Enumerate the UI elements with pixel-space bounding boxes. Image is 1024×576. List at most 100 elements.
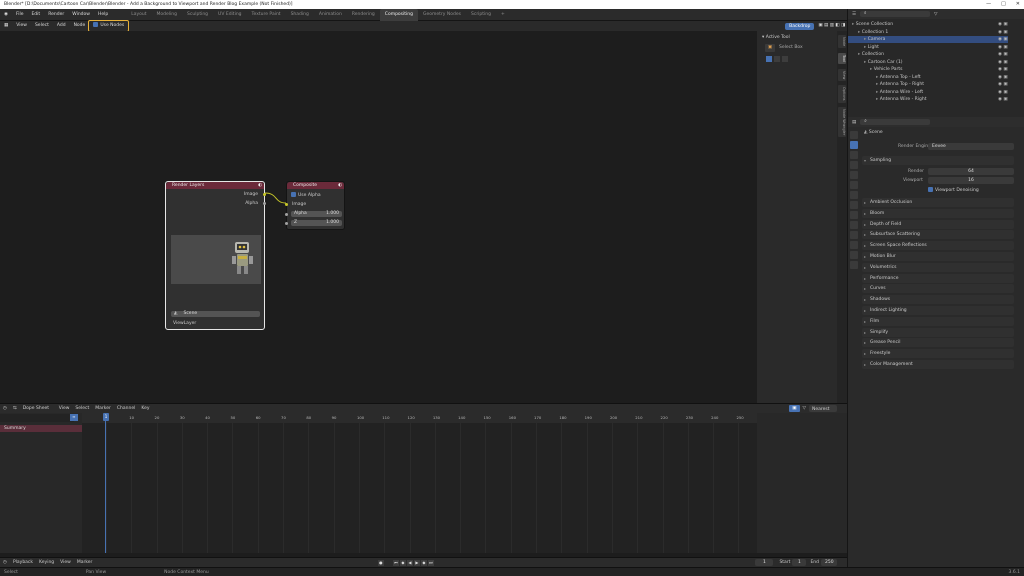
tab-sculpting[interactable]: Sculpting [182,9,213,21]
outliner-row[interactable]: ▸ Antenna Wire - Left ◉ ▣ [848,89,1008,96]
playhead-frame[interactable]: 1 [103,413,109,421]
visibility-icon[interactable]: ◉ ▣ [998,44,1008,51]
composite-node[interactable]: Composite ◐ Use Alpha Image Alpha 1.000 … [285,181,345,230]
close-icon[interactable]: ✕ [1016,0,1020,9]
render-engine-select[interactable]: Eevee [928,143,1014,150]
menu-node[interactable]: Node [70,21,90,31]
material-tab-icon[interactable] [850,261,858,269]
viewport-denoising-checkbox[interactable]: Viewport Denoising [928,187,979,193]
maximize-icon[interactable]: □ [1001,0,1006,9]
menu-window[interactable]: Window [68,9,94,21]
outliner-search-input[interactable]: ⌕ [860,11,931,17]
panel-curves[interactable]: Curves [862,284,1014,294]
tab-animation[interactable]: Animation [314,9,347,21]
timeline-menu-key[interactable]: Key [138,404,152,414]
outliner-row[interactable]: ▸ Camera ◉ ▣ [848,36,1008,43]
output-image-socket[interactable] [263,193,266,196]
menu-playback[interactable]: Playback [10,558,36,568]
world-tab-icon[interactable] [850,181,858,189]
visibility-icon[interactable]: ◉ ▣ [998,74,1008,81]
menu-edit[interactable]: Edit [27,9,44,21]
outliner-row[interactable]: ▸ Light ◉ ▣ [848,44,1008,51]
blender-logo-icon[interactable]: ◉ [0,9,12,21]
tab-node[interactable]: Node [838,35,846,49]
particles-tab-icon[interactable] [850,221,858,229]
start-frame-field[interactable]: 1 [792,559,807,566]
z-field[interactable]: Z 1.000 [291,220,342,226]
output-tab-icon[interactable] [850,151,858,159]
visibility-icon[interactable]: ◉ ▣ [998,96,1008,103]
render-samples-field[interactable]: 64 [928,168,1014,175]
visibility-icon[interactable]: ◉ ▣ [998,51,1008,58]
jump-start-icon[interactable]: ⏮ [392,559,399,566]
next-key-icon[interactable]: ◆ [420,559,427,566]
tab-rendering[interactable]: Rendering [347,9,380,21]
panel-motion-blur[interactable]: Motion Blur [862,252,1014,261]
composite-preview-icon[interactable]: ◐ [338,182,342,189]
play-icon[interactable]: ▶ [413,559,420,566]
node-preview-icon[interactable]: ◐ [258,182,262,189]
channel-search-input[interactable] [0,414,74,422]
outliner-row[interactable]: ▸ Collection ◉ ▣ [848,51,1008,58]
filter-icon-timeline[interactable]: ▽ [800,404,809,414]
tab-modeling[interactable]: Modeling [152,9,182,21]
panel-sampling[interactable]: Sampling [862,156,1014,165]
node-editor-canvas[interactable] [0,31,757,403]
menu-marker-timeline[interactable]: Marker [74,558,96,568]
mode-subtract-icon[interactable] [781,56,788,62]
collection-tab-icon[interactable] [850,191,858,199]
menu-help[interactable]: Help [94,9,112,21]
minimize-icon[interactable]: — [986,0,991,9]
panel-bloom[interactable]: Bloom [862,208,1014,218]
visibility-icon[interactable]: ◉ ▣ [998,66,1008,73]
data-tab-icon[interactable] [850,251,858,259]
tab-layout[interactable]: Layout [126,9,151,21]
alpha-field[interactable]: Alpha 1.000 [291,211,342,217]
outliner-row[interactable]: ▸ Cartoon Car (1) ◉ ▣ [848,59,1008,66]
jump-end-icon[interactable]: ⏭ [427,559,434,566]
panel-ambient-occlusion[interactable]: Ambient Occlusion [862,198,1014,207]
input-alpha-socket[interactable] [285,213,288,216]
timeline-menu-channel[interactable]: Channel [114,404,138,414]
render-tab-icon[interactable] [850,141,858,149]
menu-add[interactable]: Add [53,21,70,31]
tab-view[interactable]: View [838,69,846,82]
menu-view[interactable]: View [12,21,31,31]
layer-field-value[interactable]: ViewLayer [173,321,196,326]
tab-texture-paint[interactable]: Texture Paint [247,9,286,21]
menu-view-timeline[interactable]: View [57,558,74,568]
outliner-row[interactable]: ▸ Antenna Top - Right ◉ ▣ [848,81,1008,88]
menu-select[interactable]: Select [31,21,53,31]
tab-scripting[interactable]: Scripting [466,9,496,21]
timeline-menu-select[interactable]: Select [72,404,92,414]
view-layer-tab-icon[interactable] [850,161,858,169]
input-z-socket[interactable] [285,222,288,225]
end-frame-field[interactable]: 250 [821,559,837,566]
use-alpha-checkbox[interactable]: Use Alpha [291,192,321,198]
tab-uv-editing[interactable]: UV Editing [213,9,246,21]
tab-shading[interactable]: Shading [286,9,314,21]
output-alpha-socket[interactable] [263,202,266,205]
menu-render[interactable]: Render [44,9,68,21]
panel-film[interactable]: Film [862,316,1014,326]
panel-volumetrics[interactable]: Volumetrics [862,262,1014,272]
play-reverse-icon[interactable]: ◀ [406,559,413,566]
outliner-row[interactable]: ▸ Antenna Wire - Right ◉ ▣ [848,96,1008,103]
menu-keying[interactable]: Keying [36,558,57,568]
dopesheet-mode-select[interactable]: Dope Sheet [20,404,56,414]
tab-node-wrangler[interactable]: Node Wrangler [838,107,846,138]
visibility-icon[interactable]: ◉ ▣ [998,81,1008,88]
constraints-tab-icon[interactable] [850,241,858,249]
outliner-row[interactable]: ▸ Antenna Top - Left ◉ ▣ [848,74,1008,81]
properties-search-input[interactable]: ⌕ [860,119,931,125]
select-box-icon[interactable]: ▣ [765,44,775,52]
visibility-icon[interactable]: ◉ ▣ [998,59,1008,66]
visibility-icon[interactable]: ◉ ▣ [998,29,1008,36]
outliner-row[interactable]: ▸ Vehicle Parts ◉ ▣ [848,66,1008,73]
tab-geometry-nodes[interactable]: Geometry Nodes [418,9,466,21]
properties-editor-icon[interactable]: ▤ [852,120,856,125]
dopesheet-mode-icon[interactable]: ⇆ [10,404,20,414]
mode-new-icon[interactable] [765,56,772,62]
viewport-samples-field[interactable]: 16 [928,177,1014,184]
backdrop-toggle[interactable]: Backdrop [785,22,815,30]
